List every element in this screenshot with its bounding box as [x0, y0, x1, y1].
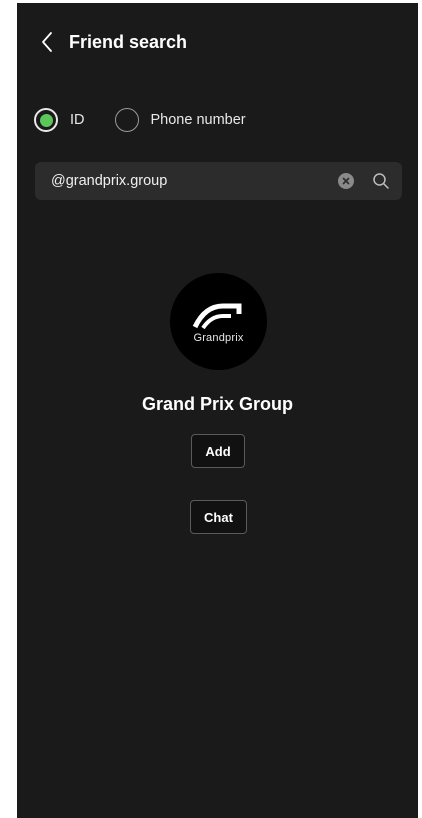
radio-dot — [39, 113, 53, 127]
chevron-left-icon — [42, 32, 52, 52]
result-name: Grand Prix Group — [141, 394, 294, 414]
header: Friend search — [17, 25, 418, 59]
radio-option-phone[interactable]: Phone number — [114, 108, 246, 132]
close-icon — [342, 177, 350, 185]
add-button[interactable]: Add — [191, 434, 245, 468]
radio-button-selected[interactable] — [34, 108, 58, 132]
grandprix-logo-icon — [192, 303, 241, 329]
search-button[interactable] — [370, 170, 392, 192]
friend-search-screen: Friend search ID Phone number @grandprix… — [17, 3, 418, 818]
page-title: Friend search — [69, 32, 188, 52]
chat-button[interactable]: Chat — [190, 500, 247, 534]
logo-text: Grandprix — [193, 331, 244, 344]
radio-button-unselected[interactable] — [114, 108, 139, 132]
radio-label-id: ID — [70, 112, 85, 128]
search-icon — [373, 173, 389, 189]
clear-button[interactable] — [338, 173, 354, 189]
back-button[interactable] — [35, 28, 59, 56]
avatar: Grandprix — [170, 273, 267, 370]
search-box — [35, 162, 402, 200]
search-type-selector: ID Phone number — [34, 107, 276, 133]
radio-option-id[interactable]: ID — [34, 108, 85, 132]
search-input[interactable] — [35, 162, 338, 200]
radio-label-phone: Phone number — [150, 112, 246, 128]
